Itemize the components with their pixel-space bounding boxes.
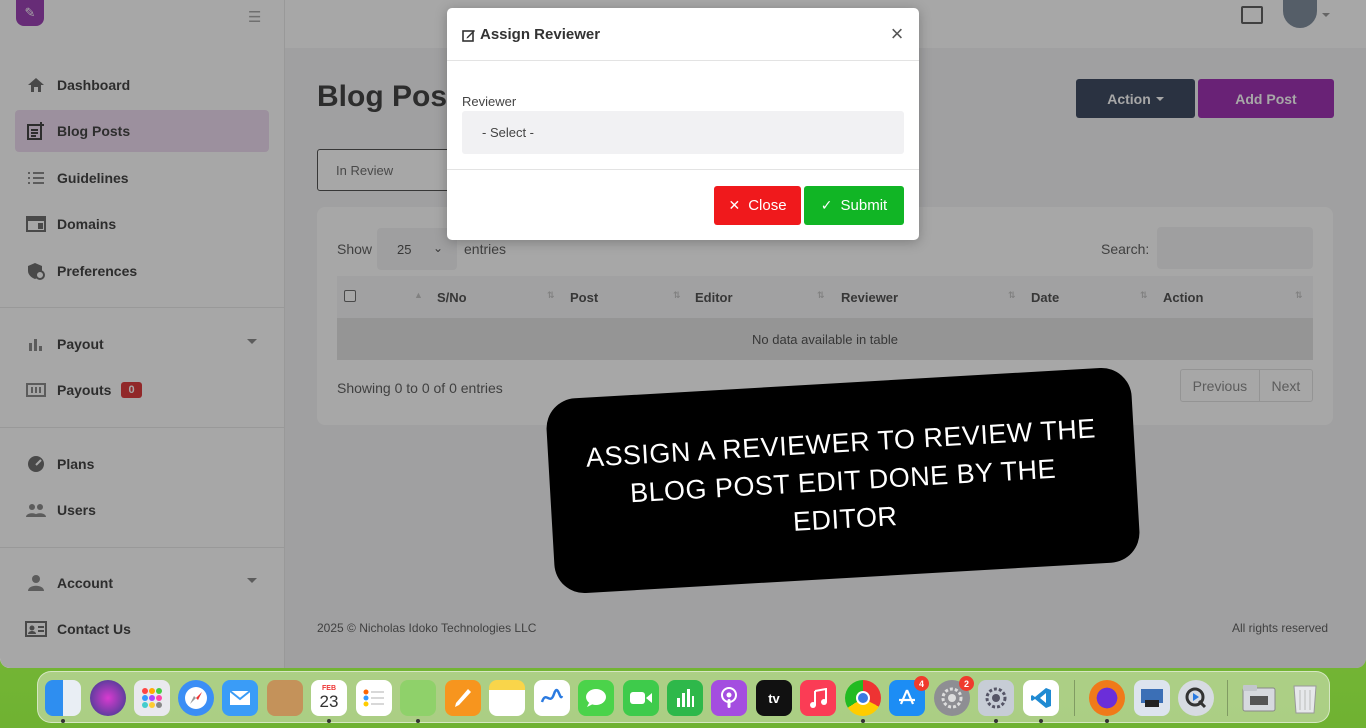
modal-divider	[447, 169, 919, 170]
running-indicator	[1039, 719, 1043, 723]
launchpad-icon[interactable]	[134, 680, 170, 716]
finder-icon[interactable]	[45, 680, 81, 716]
trash-icon[interactable]	[1287, 680, 1323, 716]
calendar-icon[interactable]: FEB 23	[311, 680, 347, 716]
messages-icon[interactable]	[578, 680, 614, 716]
apple-tv-icon[interactable]: tv	[756, 680, 792, 716]
submit-button-label: Submit	[840, 197, 888, 214]
running-indicator	[994, 719, 998, 723]
quicktime-icon[interactable]	[1178, 680, 1214, 716]
vscode-icon[interactable]	[1023, 680, 1059, 716]
modal-header: Assign Reviewer ×	[447, 8, 919, 61]
maps-icon[interactable]	[400, 680, 436, 716]
music-icon[interactable]	[800, 680, 836, 716]
edit-icon	[462, 29, 475, 42]
close-button-label: Close	[748, 197, 787, 214]
submit-button[interactable]: ✓ Submit	[804, 186, 904, 225]
close-icon[interactable]: ×	[887, 23, 907, 45]
reviewer-label: Reviewer	[462, 94, 517, 109]
settings-gear-icon[interactable]	[978, 680, 1014, 716]
siri-icon[interactable]	[90, 680, 126, 716]
modal-title: Assign Reviewer	[462, 26, 600, 43]
assign-reviewer-modal: Assign Reviewer × Reviewer - Select - ✕ …	[447, 8, 919, 240]
contacts-icon[interactable]	[267, 680, 303, 716]
preview-icon[interactable]	[1134, 680, 1170, 716]
system-settings-icon[interactable]: 2	[934, 676, 974, 716]
macos-dock: FEB 23 tv 4 2	[37, 671, 1330, 723]
mail-icon[interactable]	[222, 680, 258, 716]
close-button[interactable]: ✕ Close	[714, 186, 801, 225]
calendar-month: FEB	[322, 684, 336, 692]
running-indicator	[1105, 719, 1109, 723]
calendar-day: 23	[319, 691, 339, 711]
pages-icon[interactable]	[445, 680, 481, 716]
firefox-icon[interactable]	[1089, 680, 1125, 716]
app-store-icon[interactable]: 4	[889, 676, 929, 716]
x-icon: ✕	[728, 197, 741, 213]
podcasts-icon[interactable]	[711, 680, 747, 716]
running-indicator	[61, 719, 65, 723]
numbers-icon[interactable]	[667, 680, 703, 716]
reminders-icon[interactable]	[356, 680, 392, 716]
facetime-icon[interactable]	[623, 680, 659, 716]
settings-badge: 2	[959, 676, 974, 691]
apple-tv-label: tv	[768, 690, 780, 706]
app-store-badge: 4	[914, 676, 929, 691]
reviewer-select[interactable]: - Select -	[462, 111, 904, 154]
chrome-icon[interactable]	[845, 680, 881, 716]
running-indicator	[327, 719, 331, 723]
running-indicator	[861, 719, 865, 723]
downloads-folder-icon[interactable]	[1241, 680, 1277, 716]
check-icon: ✓	[820, 197, 833, 213]
dock-separator	[1227, 680, 1228, 716]
annotation-banner: ASSIGN A REVIEWER TO REVIEW THE BLOG POS…	[544, 366, 1142, 595]
dock-separator	[1074, 680, 1075, 716]
notes-icon[interactable]	[489, 680, 525, 716]
running-indicator	[416, 719, 420, 723]
freeform-icon[interactable]	[534, 680, 570, 716]
modal-title-text: Assign Reviewer	[480, 26, 601, 43]
safari-icon[interactable]	[178, 680, 214, 716]
